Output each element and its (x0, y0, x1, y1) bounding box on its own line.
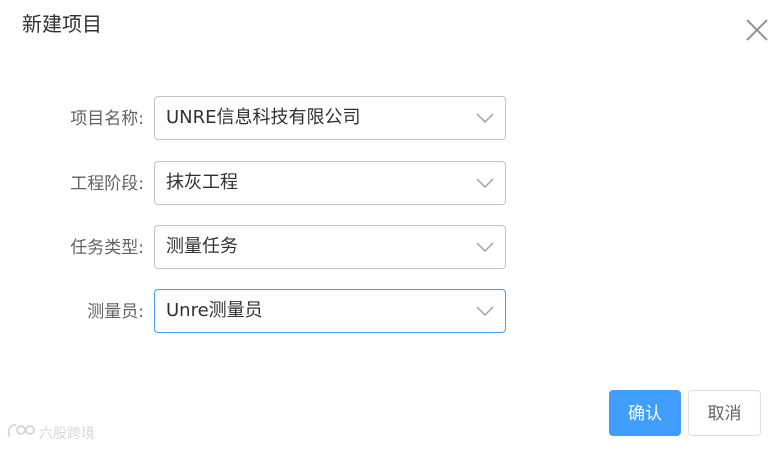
task-type-value: 测量任务 (166, 236, 238, 257)
task-type-label: 任务类型: (70, 238, 144, 258)
form-row-surveyor: 测量员: Unre测量员 (0, 289, 784, 335)
confirm-button[interactable]: 确认 (609, 390, 681, 436)
surveyor-label: 测量员: (87, 302, 144, 322)
project-stage-label: 工程阶段: (70, 174, 144, 194)
surveyor-select[interactable]: Unre测量员 (154, 289, 506, 333)
chevron-down-icon (475, 173, 495, 193)
cancel-button[interactable]: 取消 (688, 390, 761, 436)
form-row-project-stage: 工程阶段: 抹灰工程 (0, 161, 784, 207)
form-row-project-name: 项目名称: UNRE信息科技有限公司 (0, 96, 784, 142)
dialog-title: 新建项目 (22, 12, 102, 36)
project-name-label: 项目名称: (70, 109, 144, 129)
task-type-select[interactable]: 测量任务 (154, 225, 506, 269)
surveyor-value: Unre测量员 (166, 300, 263, 321)
watermark: 六股跨境 (6, 421, 95, 445)
chevron-down-icon (475, 237, 495, 257)
project-name-select[interactable]: UNRE信息科技有限公司 (154, 96, 506, 140)
project-stage-value: 抹灰工程 (166, 172, 238, 193)
form-row-task-type: 任务类型: 测量任务 (0, 225, 784, 271)
project-name-value: UNRE信息科技有限公司 (166, 107, 361, 128)
chevron-down-icon (475, 301, 495, 321)
close-icon (744, 17, 770, 43)
close-button[interactable] (744, 17, 770, 43)
chevron-down-icon (475, 108, 495, 128)
new-project-dialog: 新建项目 项目名称: UNRE信息科技有限公司 工程阶段: 抹灰工程 任务类型:… (0, 0, 784, 450)
project-stage-select[interactable]: 抹灰工程 (154, 161, 506, 205)
watermark-logo-icon (6, 421, 36, 445)
watermark-text: 六股跨境 (39, 426, 95, 442)
